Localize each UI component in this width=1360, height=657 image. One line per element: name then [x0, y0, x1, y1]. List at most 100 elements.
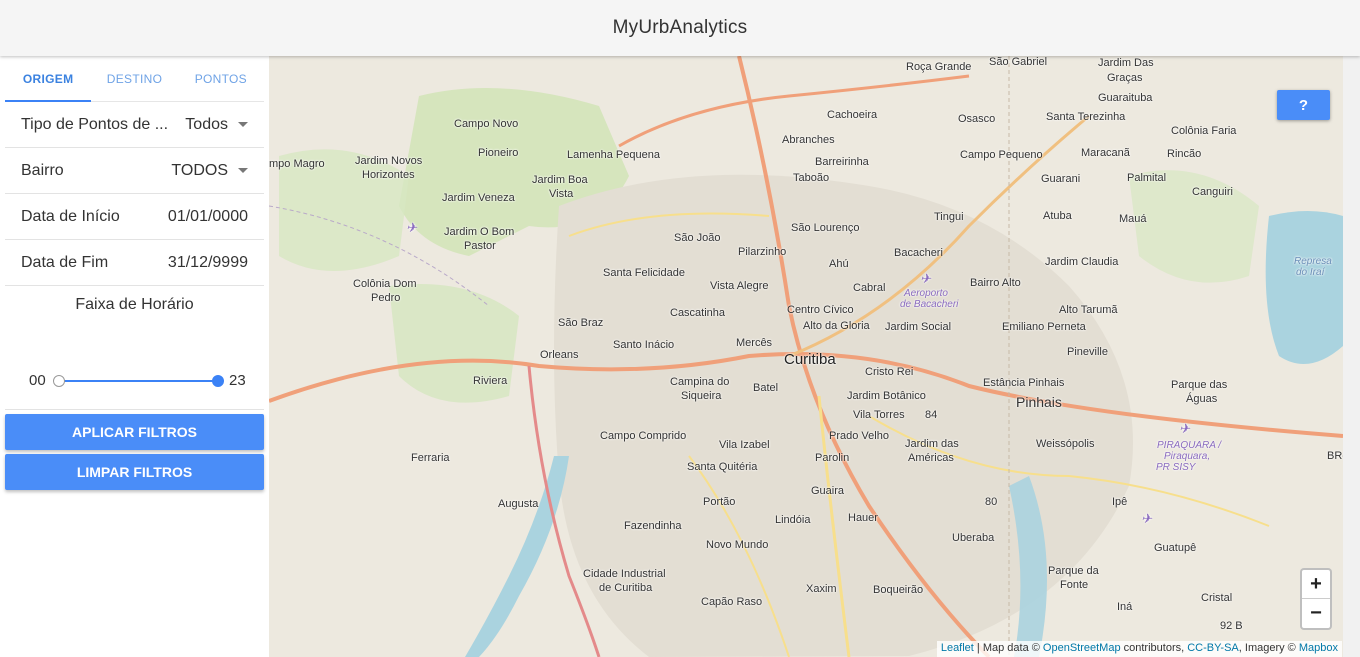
slider-track[interactable]	[60, 380, 219, 382]
map-label: Rincão	[1167, 148, 1202, 160]
hour-min-label: 00	[29, 372, 46, 389]
data-fim-value: 31/12/9999	[167, 253, 248, 271]
map-label: Santa Quitéria	[687, 461, 758, 473]
map-label: Bacacheri	[894, 247, 943, 259]
map-label: Guaira	[811, 485, 845, 497]
map-label: Cabral	[853, 282, 886, 294]
map-label: Pedro	[371, 292, 401, 304]
map-view[interactable]: Roça Grande São Gabriel Jardim Das Graça…	[269, 56, 1360, 657]
apply-filters-button[interactable]: APLICAR FILTROS	[5, 414, 264, 450]
map-label: Santo Inácio	[613, 339, 675, 351]
map-label: Iná	[1117, 601, 1133, 613]
caret-down-icon	[238, 168, 248, 173]
attribution-text: , Imagery ©	[1238, 642, 1299, 654]
map-label: 92 B	[1220, 620, 1243, 632]
zoom-out-button[interactable]: −	[1302, 599, 1330, 628]
map-label: 84	[925, 409, 938, 421]
data-inicio-field[interactable]: Data de Início 01/01/0000	[5, 194, 264, 240]
map-label: Estância Pinhais	[983, 377, 1065, 389]
map-label: Ipê	[1112, 496, 1128, 508]
map-label: Emiliano Perneta	[1002, 321, 1086, 333]
map-label: Mercês	[736, 337, 773, 349]
app-bar: MyUrbAnalytics	[0, 0, 1360, 56]
tab-destino[interactable]: DESTINO	[91, 56, 177, 101]
map-label: Abranches	[782, 134, 835, 146]
map-label: Santa Felicidade	[603, 267, 685, 279]
leaflet-link[interactable]: Leaflet	[941, 642, 974, 654]
map-label: Boqueirão	[873, 584, 924, 596]
tab-origem[interactable]: ORIGEM	[5, 56, 92, 102]
map-label: Vista	[549, 188, 574, 200]
map-label: Campo Pequeno	[960, 149, 1043, 161]
airport-icon: ✈	[1141, 511, 1152, 526]
data-fim-field[interactable]: Data de Fim 31/12/9999	[5, 240, 264, 286]
bairro-value: TODOS	[171, 161, 228, 179]
clear-filters-button[interactable]: LIMPAR FILTROS	[5, 454, 264, 490]
map-label: Fonte	[1060, 579, 1089, 591]
data-inicio-value: 01/01/0000	[167, 207, 248, 225]
map-label: Fazendinha	[624, 520, 682, 532]
map-label: Pineville	[1067, 346, 1108, 358]
zoom-in-button[interactable]: +	[1302, 570, 1330, 599]
map-label: Portão	[703, 496, 736, 508]
map-label: Alto da Gloria	[803, 320, 870, 332]
map-label: Cristal	[1201, 592, 1233, 604]
map-label: Jardim Claudia	[1045, 256, 1119, 268]
map-label: Barreirinha	[815, 156, 869, 168]
map-label: Osasco	[958, 113, 996, 125]
map-label: Bairro Alto	[970, 277, 1021, 289]
map-label: Guaraituba	[1098, 92, 1153, 104]
osm-link[interactable]: OpenStreetMap	[1043, 642, 1121, 654]
map-label: Águas	[1186, 393, 1218, 405]
map-label: Campina do	[670, 376, 730, 388]
map-label: Jardim O Bom	[444, 226, 515, 238]
map-label: Xaxim	[806, 583, 837, 595]
map-label: do Iraí	[1296, 267, 1325, 278]
map-label: Lamenha Pequena	[567, 149, 660, 161]
bairro-select[interactable]: Bairro TODOS	[5, 148, 264, 194]
map-label: Horizontes	[362, 169, 415, 181]
map-label: Pioneiro	[478, 147, 519, 159]
airport-icon: ✈	[406, 220, 417, 235]
map-attribution: Leaflet | Map data © OpenStreetMap contr…	[936, 641, 1342, 657]
airport-icon: ✈	[1179, 421, 1190, 436]
slider-handle-low[interactable]	[53, 375, 65, 387]
map-label: Orleans	[540, 349, 579, 361]
map-label: Jardim Veneza	[442, 192, 515, 204]
slider-handle-high[interactable]	[212, 375, 224, 387]
map-label: Guarani	[1041, 173, 1081, 185]
map-label: Pilarzinho	[738, 246, 787, 258]
map-label: Represa	[1294, 256, 1332, 267]
bairro-label: Bairro	[21, 161, 64, 179]
map-label: Riviera	[473, 375, 508, 387]
map-label: Campo Comprido	[600, 430, 687, 442]
map-label: Guatupê	[1154, 542, 1197, 554]
app-title: MyUrbAnalytics	[612, 17, 748, 38]
map-label: Novo Mundo	[706, 539, 769, 551]
map-label: Pastor	[464, 240, 496, 252]
airport-icon: ✈	[920, 271, 931, 286]
map-label: Parolin	[815, 452, 850, 464]
map-label: São Gabriel	[989, 56, 1048, 68]
license-link[interactable]: CC-BY-SA	[1187, 642, 1239, 654]
map-label: PR SISY	[1156, 462, 1196, 473]
attribution-text: contributors,	[1120, 642, 1188, 654]
tipo-pontos-select[interactable]: Tipo de Pontos de ... Todos	[5, 102, 264, 148]
help-button[interactable]: ?	[1277, 90, 1330, 120]
mapbox-link[interactable]: Mapbox	[1299, 642, 1338, 654]
map-label: Canguiri	[1192, 186, 1233, 198]
map-label: Jardim Botânico	[847, 390, 926, 402]
map-label: Palmital	[1127, 172, 1167, 184]
map-label: mpo Magro	[269, 158, 325, 170]
hour-range-slider: 00 23	[5, 362, 264, 410]
tab-pontos[interactable]: PONTOS	[178, 56, 264, 101]
map-label: Hauer	[848, 512, 878, 524]
map-label: São Braz	[558, 317, 604, 329]
tab-bar: ORIGEM DESTINO PONTOS	[5, 56, 264, 102]
map-label: Atuba	[1043, 210, 1072, 222]
map-label: São João	[674, 232, 721, 244]
map-edge	[1343, 56, 1360, 657]
map-label: Campo Novo	[454, 118, 519, 130]
map-label: Parque da	[1048, 565, 1099, 577]
map-label: Vista Alegre	[710, 280, 769, 292]
